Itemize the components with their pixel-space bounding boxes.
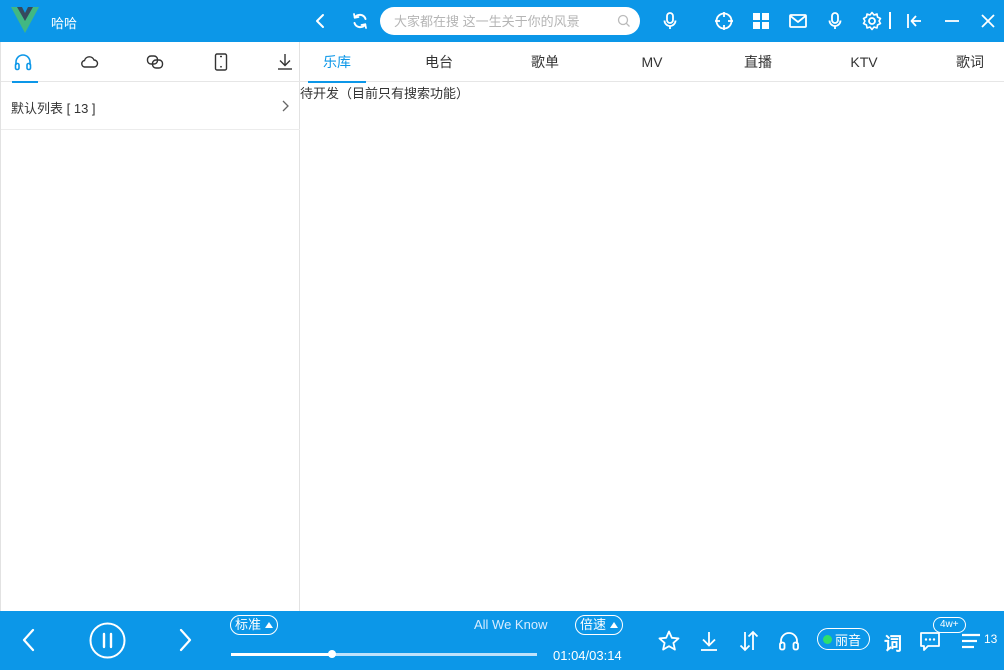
playlist-default[interactable]: 默认列表 [ 13 ] [1, 83, 300, 130]
search-box [380, 7, 640, 35]
progress-bar[interactable] [231, 650, 537, 658]
headphones-icon [779, 632, 799, 651]
queue-button[interactable] [958, 628, 984, 654]
cloud-icon [81, 56, 99, 68]
sort-arrows-icon [739, 630, 759, 652]
crosshair-icon[interactable] [712, 9, 736, 33]
speed-selector[interactable]: 倍速 [575, 615, 624, 635]
tab-playlists[interactable]: 歌单 [516, 42, 574, 82]
song-title: All We Know [474, 617, 548, 632]
main-tab-bar: 乐库 电台 歌单 MV 直播 KTV 歌词 [300, 42, 1004, 83]
minimize-icon[interactable] [940, 9, 964, 33]
close-icon[interactable] [976, 9, 1000, 33]
title-bar: 哈哈 [0, 0, 1004, 42]
queue-list-icon [962, 633, 980, 649]
back-icon[interactable] [308, 9, 332, 33]
download-icon [278, 54, 292, 70]
play-mode-button[interactable] [736, 628, 762, 654]
caret-up-icon [265, 622, 274, 628]
tab-cloud[interactable] [69, 42, 109, 82]
link-icon [146, 55, 164, 69]
tab-device[interactable] [201, 42, 241, 82]
tab-links[interactable] [135, 42, 175, 82]
tab-mv[interactable]: MV [623, 42, 681, 82]
caret-up-icon [610, 622, 619, 628]
tab-ktv[interactable]: KTV [835, 42, 893, 82]
left-tab-bar [1, 42, 300, 83]
progress-handle[interactable] [327, 650, 336, 658]
previous-button[interactable] [16, 627, 42, 653]
speed-label: 倍速 [580, 617, 607, 632]
refresh-icon[interactable] [348, 9, 372, 33]
liyin-toggle[interactable]: 丽音 [817, 628, 870, 650]
search-icon[interactable] [617, 14, 631, 28]
tablet-icon [214, 53, 228, 71]
chevron-left-icon [22, 628, 35, 652]
queue-count: 13 [984, 632, 998, 646]
tab-local-music[interactable] [3, 42, 43, 83]
tab-radio[interactable]: 电台 [410, 42, 468, 82]
quality-selector[interactable]: 标准 [230, 615, 279, 635]
app-window: 哈哈 大家都在搜 这一生关于你的风景 默认列表 [13] 乐库 电台 歌单 … [0, 0, 1004, 670]
voice-search-icon[interactable] [658, 9, 682, 33]
player-bar: 标准 All We Know 倍速 01:04/03:14 丽音 词 4w+ 1… [0, 611, 1004, 670]
download-icon [701, 632, 717, 651]
liyin-label: 丽音 [835, 632, 862, 648]
title-separator [889, 12, 891, 29]
main-content: 乐库 电台 歌单 MV 直播 KTV 歌词 待开发（目前只有搜索功能） [300, 42, 1004, 611]
mail-icon[interactable] [786, 9, 810, 33]
playlist-label: 默认列表 [ 13 ] [11, 101, 96, 116]
status-dot [823, 634, 832, 644]
search-input[interactable] [394, 7, 604, 35]
app-logo [11, 7, 39, 33]
time-display: 01:04/03:14 [553, 648, 622, 663]
quality-label: 标准 [235, 617, 262, 632]
collapse-icon[interactable] [902, 9, 926, 33]
tab-lyrics[interactable]: 歌词 [941, 42, 999, 82]
tab-library[interactable]: 乐库 [308, 42, 366, 83]
star-icon [658, 630, 680, 651]
sound-effect-button[interactable] [776, 628, 802, 654]
lyrics-button[interactable]: 词 [884, 630, 902, 656]
tab-download[interactable] [265, 42, 305, 82]
progress-fill [231, 653, 332, 656]
settings-icon[interactable] [860, 9, 884, 33]
under-development-note: 待开发（目前只有搜索功能） [300, 86, 470, 101]
download-button[interactable] [696, 628, 722, 654]
left-panel: 默认列表 [ 13 ] [0, 42, 300, 611]
favorite-button[interactable] [656, 628, 682, 654]
headphones-icon [14, 54, 32, 71]
next-button[interactable] [172, 627, 198, 653]
pause-button[interactable] [89, 622, 126, 659]
chevron-right-icon [179, 628, 192, 652]
mic-icon[interactable] [823, 9, 847, 33]
pause-icon [89, 622, 126, 659]
tab-live[interactable]: 直播 [729, 42, 787, 82]
chevron-right-icon [282, 100, 289, 112]
grid-icon[interactable] [749, 9, 773, 33]
app-title: 哈哈 [51, 16, 78, 31]
